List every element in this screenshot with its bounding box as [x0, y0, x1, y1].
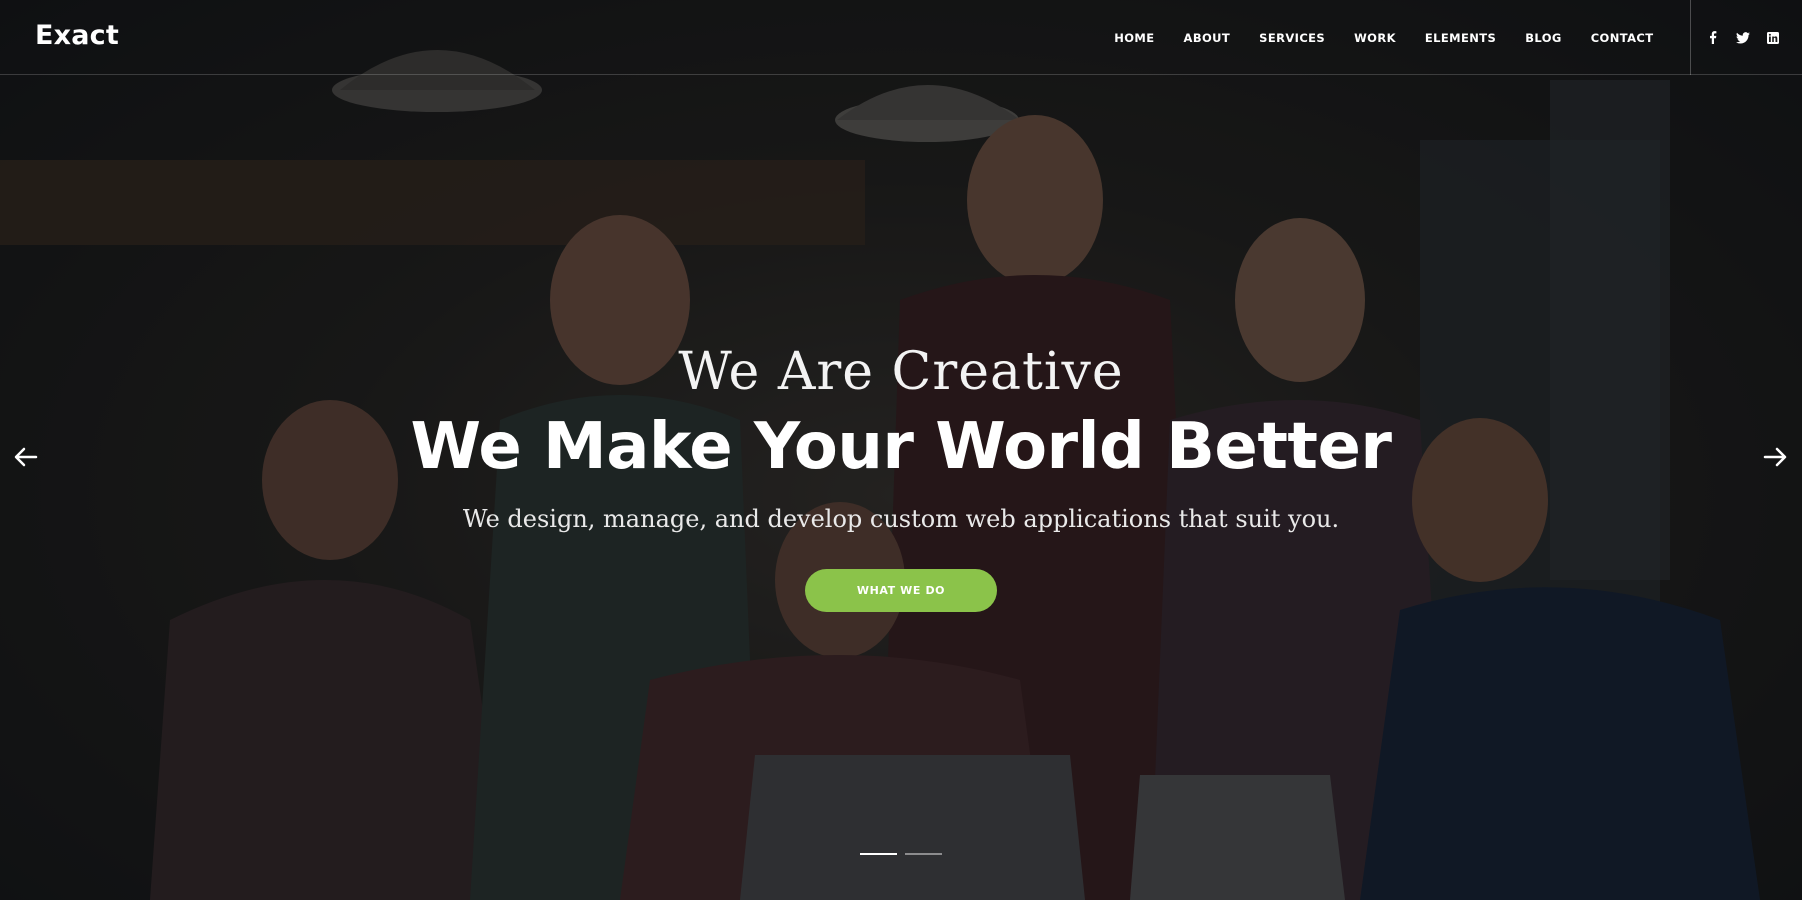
nav-item-contact[interactable]: CONTACT [1576, 31, 1668, 45]
main-nav: HOME ABOUT SERVICES WORK ELEMENTS BLOG C… [1100, 0, 1668, 75]
slider-pagination [860, 853, 942, 855]
nav-item-home[interactable]: HOME [1100, 31, 1169, 45]
nav-item-elements[interactable]: ELEMENTS [1410, 31, 1510, 45]
site-logo[interactable]: Exact [35, 20, 119, 51]
site-header: Exact HOME ABOUT SERVICES WORK ELEMENTS … [0, 0, 1802, 75]
social-links [1705, 0, 1781, 75]
slide-dot-1[interactable] [860, 853, 897, 855]
hero-headline: We Make Your World Better [410, 410, 1392, 484]
what-we-do-button[interactable]: WHAT WE DO [805, 569, 997, 612]
facebook-icon[interactable] [1705, 30, 1721, 46]
hero-tagline: We Are Creative [678, 342, 1124, 402]
twitter-icon[interactable] [1735, 30, 1751, 46]
linkedin-icon[interactable] [1765, 30, 1781, 46]
arrow-right-icon[interactable] [1760, 442, 1790, 472]
nav-item-about[interactable]: ABOUT [1169, 31, 1245, 45]
nav-item-blog[interactable]: BLOG [1511, 31, 1577, 45]
hero-subline: We design, manage, and develop custom we… [462, 505, 1340, 533]
nav-item-services[interactable]: SERVICES [1245, 31, 1340, 45]
header-divider [1690, 0, 1691, 75]
nav-item-work[interactable]: WORK [1340, 31, 1411, 45]
arrow-left-icon[interactable] [11, 442, 41, 472]
slide-dot-2[interactable] [905, 853, 942, 855]
